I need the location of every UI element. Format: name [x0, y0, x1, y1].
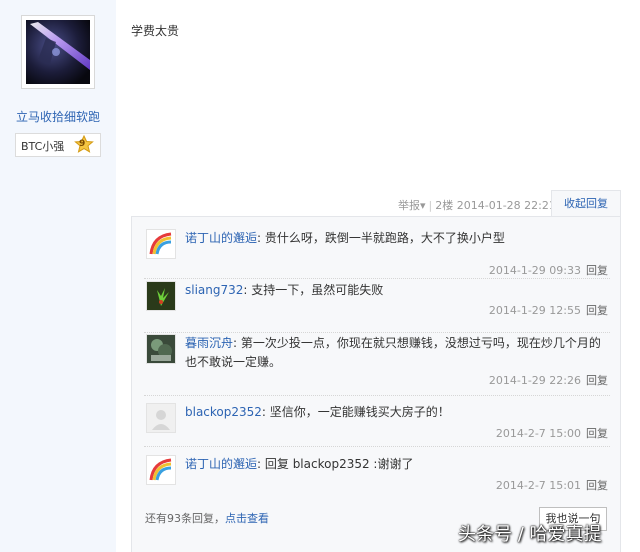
reply-content: 支持一下，虽然可能失败 — [251, 283, 384, 297]
reply-text: 诺丁山的邂逅: 贵什么呀，跌倒一半就跑路，大不了换小户型 — [185, 231, 505, 245]
author-username[interactable]: 立马收拾细软跑 — [0, 108, 116, 125]
post-timestamp: 2014-01-28 22:21 — [456, 199, 556, 212]
author-sidebar: 立马收拾细软跑 BTC小强 9 — [0, 0, 116, 552]
reply-avatar[interactable] — [146, 229, 176, 259]
level-label: BTC小强 — [21, 140, 65, 153]
view-more-link[interactable]: 点击查看 — [225, 512, 269, 525]
reply-item: 诺丁山的邂逅: 回复 blackop2352 :谢谢了 2014-2-7 15:… — [144, 455, 610, 497]
reply-username[interactable]: sliang732 — [185, 283, 243, 297]
post-content: 学费太贵 — [131, 24, 180, 38]
reply-meta: 2014-2-7 15:00 回复 — [496, 425, 608, 441]
reply-time: 2014-1-29 09:33 — [488, 264, 581, 277]
avatar-image-icon — [26, 20, 90, 84]
reply-item: blackop2352: 坚信你，一定能赚钱买大房子的！ 2014-2-7 15… — [144, 403, 610, 447]
plant-avatar-icon — [147, 282, 175, 310]
reply-item: 诺丁山的邂逅: 贵什么呀，跌倒一半就跑路，大不了换小户型 2014-1-29 0… — [144, 229, 610, 279]
reply-meta: 2014-1-29 09:33 回复 — [489, 262, 608, 278]
rainbow-avatar-icon — [147, 230, 175, 258]
reply-text: sliang732: 支持一下，虽然可能失败 — [185, 283, 384, 297]
reply-avatar[interactable] — [146, 455, 176, 485]
reply-username[interactable]: 诺丁山的邂逅 — [185, 457, 257, 471]
reply-item: sliang732: 支持一下，虽然可能失败 2014-1-29 12:55 回复 — [144, 281, 610, 333]
reply-button[interactable]: 回复 — [586, 304, 608, 317]
reply-username[interactable]: 暮雨沉舟 — [185, 336, 233, 350]
rainbow-avatar-icon — [147, 456, 175, 484]
reply-button[interactable]: 回复 — [586, 374, 608, 387]
reply-text: blackop2352: 坚信你，一定能赚钱买大房子的！ — [185, 405, 450, 419]
reply-list: 诺丁山的邂逅: 贵什么呀，跌倒一半就跑路，大不了换小户型 2014-1-29 0… — [131, 216, 621, 552]
reply-avatar[interactable] — [146, 334, 176, 364]
reply-content: 贵什么呀，跌倒一半就跑路，大不了换小户型 — [264, 231, 505, 245]
meta-divider: | — [428, 199, 433, 212]
reply-time: 2014-1-29 22:26 — [488, 374, 581, 387]
reply-content: 回复 blackop2352 :谢谢了 — [264, 457, 414, 471]
more-count-text: 还有93条回复， — [145, 512, 225, 525]
photo-avatar-icon — [147, 335, 175, 363]
reply-avatar[interactable] — [146, 281, 176, 311]
watermark: 头条号 / 哈爱真提 — [458, 524, 602, 545]
reply-time: 2014-2-7 15:01 — [495, 479, 581, 492]
floor-number: 2楼 — [435, 199, 454, 212]
reply-meta: 2014-1-29 12:55 回复 — [489, 302, 608, 318]
level-number: 9 — [79, 139, 86, 149]
reply-meta: 2014-2-7 15:01 回复 — [496, 477, 608, 493]
chevron-down-icon[interactable]: ▾ — [420, 199, 426, 212]
reply-time: 2014-2-7 15:00 — [495, 427, 581, 440]
reply-item: 暮雨沉舟: 第一次少投一点，你现在就只想赚钱，没想过亏吗，现在炒几个月的也不敢说… — [144, 334, 610, 396]
more-replies: 还有93条回复，点击查看 — [145, 510, 269, 526]
reply-button[interactable]: 回复 — [586, 264, 608, 277]
report-link[interactable]: 举报 — [398, 199, 420, 212]
author-level-badge: BTC小强 9 — [15, 133, 101, 157]
collapse-replies-button[interactable]: 收起回复 — [551, 190, 621, 217]
post-meta: 举报▾ | 2楼 2014-01-28 22:21 — [398, 197, 556, 213]
reply-content: 坚信你，一定能赚钱买大房子的！ — [269, 405, 450, 419]
reply-meta: 2014-1-29 22:26 回复 — [489, 372, 608, 388]
reply-username[interactable]: blackop2352 — [185, 405, 262, 419]
reply-content: 第一次少投一点，你现在就只想赚钱，没想过亏吗，现在炒几个月的也不敢说一定赚。 — [185, 336, 601, 369]
reply-username[interactable]: 诺丁山的邂逅 — [185, 231, 257, 245]
reply-button[interactable]: 回复 — [586, 479, 608, 492]
reply-avatar[interactable] — [146, 403, 176, 433]
reply-time: 2014-1-29 12:55 — [488, 304, 581, 317]
reply-text: 诺丁山的邂逅: 回复 blackop2352 :谢谢了 — [185, 457, 414, 471]
default-user-avatar-icon — [147, 404, 175, 432]
reply-button[interactable]: 回复 — [586, 427, 608, 440]
author-avatar[interactable] — [21, 15, 95, 89]
reply-text: 暮雨沉舟: 第一次少投一点，你现在就只想赚钱，没想过亏吗，现在炒几个月的也不敢说… — [185, 336, 601, 369]
